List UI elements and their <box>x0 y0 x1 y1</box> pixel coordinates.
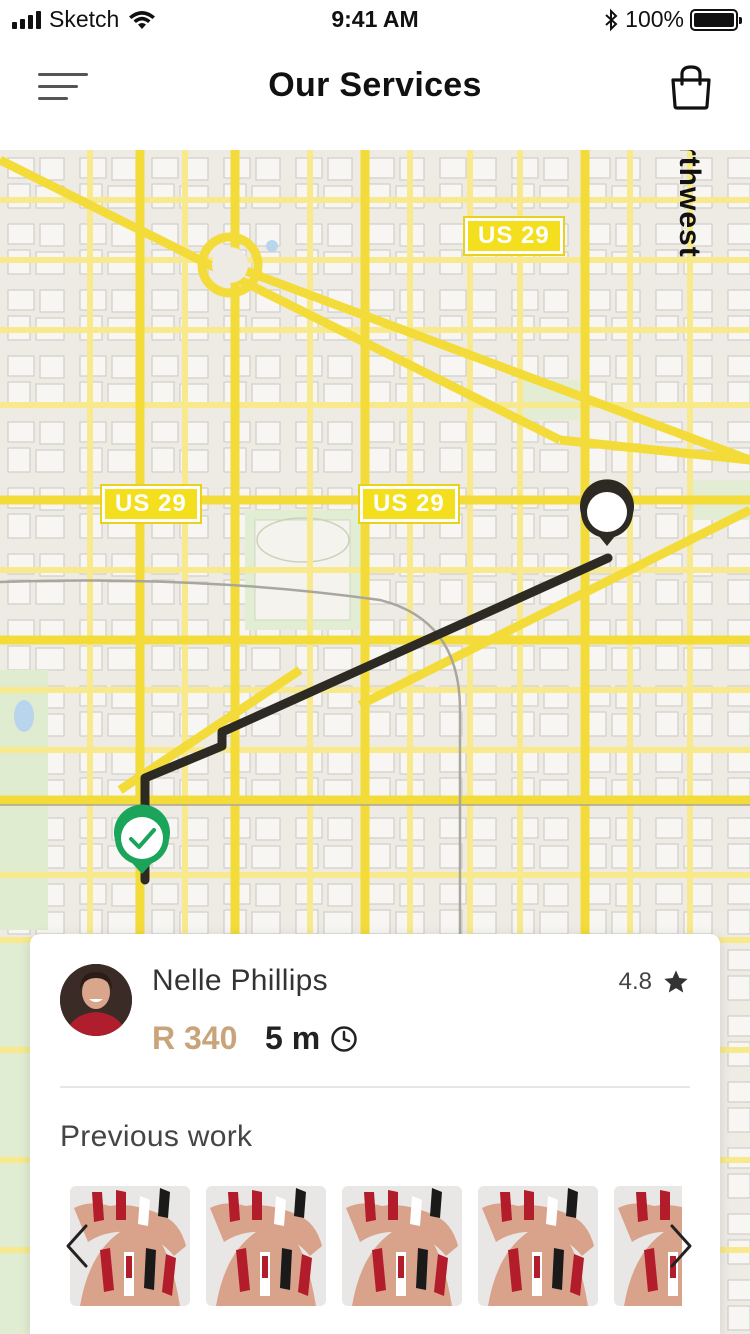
gallery-track <box>70 1186 682 1306</box>
status-right: 100% <box>603 6 742 33</box>
route-shield: US 29 <box>465 218 563 254</box>
route-shield: US 29 <box>360 486 458 522</box>
avatar[interactable] <box>60 964 132 1036</box>
battery-percentage: 100% <box>625 6 684 32</box>
pond <box>266 240 278 252</box>
route-shield: US 29 <box>102 486 200 522</box>
price: R 340 <box>152 1020 238 1056</box>
divider <box>60 1086 690 1088</box>
nav-bar: Our Services <box>0 40 750 150</box>
page-title: Our Services <box>268 66 482 104</box>
street-label: rthwest <box>673 150 706 258</box>
chevron-left-icon[interactable] <box>62 1222 92 1270</box>
chevron-right-icon[interactable] <box>666 1222 696 1270</box>
pond <box>14 700 34 732</box>
status-bar: Sketch 9:41 AM 100% <box>0 0 750 40</box>
shopping-bag-icon[interactable] <box>668 64 714 110</box>
previous-work-gallery[interactable] <box>70 1186 682 1306</box>
clock-icon <box>331 1025 357 1052</box>
battery-icon <box>690 8 742 31</box>
star-icon <box>664 970 688 993</box>
traffic-circle-center <box>212 247 248 283</box>
rating-value: 4.8 <box>618 968 652 995</box>
bluetooth-icon <box>605 8 618 31</box>
provider-card[interactable]: Nelle Phillips 4.8 R 340 5 m Previous wo… <box>30 934 720 1334</box>
nail-photo[interactable] <box>342 1186 462 1306</box>
duration: 5 m <box>265 1020 358 1057</box>
previous-work-title: Previous work <box>60 1120 253 1153</box>
nail-photo[interactable] <box>206 1186 326 1306</box>
nail-photo[interactable] <box>478 1186 598 1306</box>
duration-value: 5 m <box>265 1020 321 1056</box>
provider-name: Nelle Phillips <box>152 964 328 997</box>
rating: 4.8 <box>619 968 690 996</box>
